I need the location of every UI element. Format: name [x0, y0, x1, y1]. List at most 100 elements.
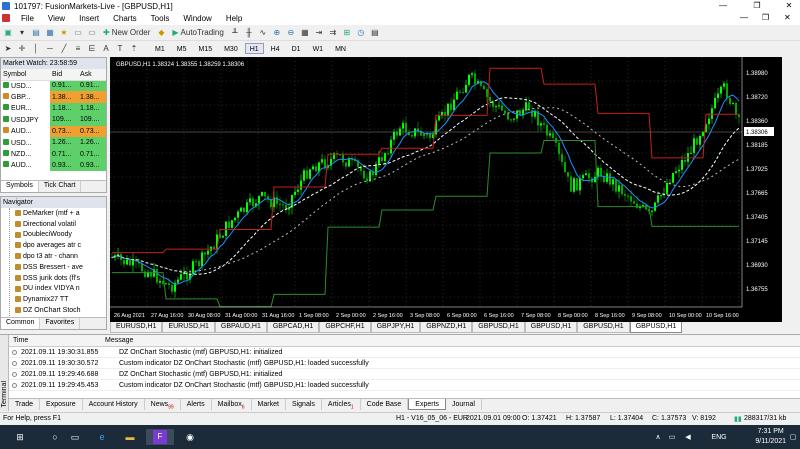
data-window-icon[interactable]: ▦ [44, 27, 56, 39]
terminal-tab-articles[interactable]: Articles1 [322, 399, 361, 410]
menu-window[interactable]: Window [176, 14, 218, 23]
menu-charts[interactable]: Charts [106, 14, 144, 23]
column-time[interactable]: Time [13, 337, 28, 344]
metatrader-icon[interactable]: F [146, 429, 174, 445]
mdi-close-button[interactable]: ✕ [784, 13, 791, 22]
market-watch-row[interactable]: NZD... 0.71... 0.71... [1, 148, 106, 160]
log-row[interactable]: 2021.09.11 19:29:45.453 Custom indicator … [9, 380, 800, 391]
clock[interactable]: 7:31 PM 9/11/2021 [755, 427, 786, 447]
crosshair-icon[interactable]: ✛ [16, 43, 28, 55]
bar-chart-icon[interactable]: ╨ [229, 27, 241, 39]
timeframe-mn[interactable]: MN [330, 43, 351, 54]
terminal-tab-code-base[interactable]: Code Base [361, 399, 409, 410]
market-watch-row[interactable]: EUR... 1.18... 1.18... [1, 102, 106, 115]
chart-tab[interactable]: GBPJPY,H1 [370, 322, 421, 333]
navigator-item[interactable]: DSS jurik dots (fl's [1, 273, 106, 284]
file-explorer-icon[interactable]: ▬ [116, 429, 144, 445]
terminal-tab-market[interactable]: Market [252, 399, 286, 410]
volume-icon[interactable]: ◀ [682, 429, 694, 445]
text-icon[interactable]: A [100, 43, 112, 55]
timeframe-w1[interactable]: W1 [308, 43, 329, 54]
periods-icon[interactable]: ◷ [355, 27, 367, 39]
timeframe-h1[interactable]: H1 [244, 43, 264, 54]
autotrading-button[interactable]: ▶ AutoTrading [169, 27, 226, 39]
mdi-minimize-button[interactable]: — [740, 13, 748, 22]
trendline-icon[interactable]: ╱ [58, 43, 70, 55]
edge-icon[interactable]: e [88, 429, 116, 445]
zoom-in-icon[interactable]: ⊕ [271, 27, 283, 39]
timeframe-m1[interactable]: M1 [150, 43, 170, 54]
price-chart[interactable]: GBPUSD,H1 1.38324 1.38355 1.38259 1.3830… [110, 57, 782, 322]
candlestick-icon[interactable]: ╫ [243, 27, 255, 39]
metaeditor-icon[interactable]: ◆ [155, 27, 167, 39]
navigator-item[interactable]: Directional volatil [1, 219, 106, 230]
log-row[interactable]: 2021.09.11 19:30:31.855 DZ OnChart Stocha… [9, 347, 800, 358]
column-message[interactable]: Message [105, 337, 133, 344]
menu-insert[interactable]: Insert [72, 14, 106, 23]
market-watch-row[interactable]: USD... 0.91... 0.91... [1, 80, 106, 92]
terminal-icon[interactable]: ▭ [72, 27, 84, 39]
timeframe-m30[interactable]: M30 [219, 43, 243, 54]
market-watch-icon[interactable]: ▤ [30, 27, 42, 39]
terminal-tab-news[interactable]: News99 [145, 399, 181, 410]
navigator-item[interactable]: DoubleciWoody [1, 230, 106, 241]
task-view-icon[interactable]: ▭ [60, 429, 90, 445]
terminal-tab-account-history[interactable]: Account History [83, 399, 145, 410]
chart-tab[interactable]: GBPUSD,H1 [577, 322, 630, 333]
arrows-icon[interactable]: ⇡ [128, 43, 140, 55]
market-watch-row[interactable]: AUD... 0.73... 0.73... [1, 125, 106, 137]
zoom-out-icon[interactable]: ⊖ [285, 27, 297, 39]
column-bid[interactable]: Bid [50, 69, 78, 81]
autoscroll-icon[interactable]: ⇉ [327, 27, 339, 39]
channel-icon[interactable]: ≡ [72, 43, 84, 55]
tab-tick-chart[interactable]: Tick Chart [39, 181, 82, 192]
log-row[interactable]: 2021.09.11 19:29:46.688 DZ OnChart Stocha… [9, 369, 800, 380]
terminal-tab-exposure[interactable]: Exposure [40, 399, 83, 410]
chart-tab[interactable]: GBPUSD,H1 [629, 322, 683, 333]
terminal-tab-experts[interactable]: Experts [408, 399, 447, 410]
menu-file[interactable]: File [14, 14, 41, 23]
chart-tab[interactable]: EURUSD,H1 [162, 322, 215, 333]
line-chart-icon[interactable]: ∿ [257, 27, 269, 39]
terminal-tab-signals[interactable]: Signals [286, 399, 322, 410]
navigator-item[interactable]: dpo averages atr c [1, 240, 106, 251]
navigator-item[interactable]: dpo t3 atr - chann [1, 251, 106, 262]
label-icon[interactable]: T [114, 43, 126, 55]
chart-tab[interactable]: GBPNZD,H1 [420, 322, 473, 333]
templates-icon[interactable]: ▤ [369, 27, 381, 39]
maximize-button[interactable]: ❐ [746, 0, 768, 12]
timeframe-h4[interactable]: H4 [266, 43, 285, 54]
market-watch-row[interactable]: USDJPY 109.... 109.... [1, 114, 106, 126]
chart-tab[interactable]: GBPAUD,H1 [214, 322, 267, 333]
globe-app-icon[interactable]: ◉ [176, 429, 204, 445]
tray-chevron-icon[interactable]: ∧ [652, 429, 664, 445]
notifications-icon[interactable]: ▢ [788, 429, 798, 445]
network-icon[interactable]: ▭ [666, 429, 678, 445]
market-watch-row[interactable]: USD... 1.26... 1.26... [1, 136, 106, 149]
chart-tab[interactable]: GBPCHF,H1 [319, 322, 371, 333]
tab-symbols[interactable]: Symbols [1, 181, 39, 192]
log-row[interactable]: 2021.09.11 19:30:30.572 Custom indicator … [9, 358, 800, 369]
close-button[interactable]: ✕ [778, 0, 800, 12]
tile-windows-icon[interactable]: ▦ [299, 27, 311, 39]
chart-tab[interactable]: EURUSD,H1 [110, 322, 163, 333]
market-watch-row[interactable]: AUD... 0.93... 0.93... [1, 159, 106, 172]
timeframe-m5[interactable]: M5 [172, 43, 192, 54]
terminal-tab-mailbox[interactable]: Mailbox6 [212, 399, 252, 410]
minimize-button[interactable]: — [712, 0, 734, 12]
vertical-line-icon[interactable]: │ [30, 43, 42, 55]
horizontal-line-icon[interactable]: ─ [44, 43, 56, 55]
navigator-item[interactable]: DZ OnChart Stoch [1, 305, 106, 316]
navigator-icon[interactable]: ★ [58, 27, 70, 39]
strategy-tester-icon[interactable]: ▭ [86, 27, 98, 39]
menu-view[interactable]: View [41, 14, 72, 23]
keyboard-language[interactable]: ENG [708, 429, 730, 445]
navigator-item[interactable]: Dynamix27 TT [1, 294, 106, 305]
fibonacci-icon[interactable]: ⋿ [86, 43, 98, 55]
market-watch-row[interactable]: GBP... 1.38... 1.38... [1, 91, 106, 103]
column-symbol[interactable]: Symbol [1, 69, 51, 81]
terminal-tab-trade[interactable]: Trade [9, 399, 41, 410]
chart-tab[interactable]: GBPUSD,H1 [524, 322, 578, 333]
indicators-icon[interactable]: ⊞ [341, 27, 353, 39]
navigator-item[interactable]: DeMarker (mtf + a [1, 208, 106, 219]
